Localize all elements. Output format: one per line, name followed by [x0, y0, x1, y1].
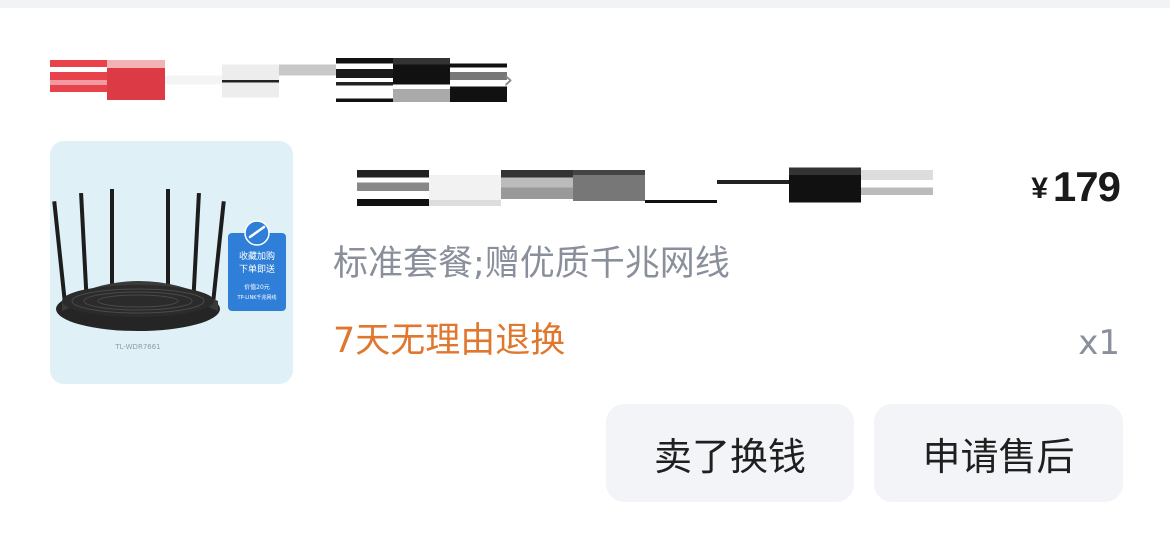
model-label: TL-WDR7661 — [114, 343, 160, 351]
svg-text:收藏加购: 收藏加购 — [239, 250, 275, 262]
router-image: TL-WDR7661 收藏加购 下单即送 价值20元 TP-LINK千兆网线 — [50, 141, 293, 384]
currency-symbol: ¥ — [1031, 172, 1048, 205]
price-value: 179 — [1052, 163, 1121, 210]
sell-for-cash-button[interactable]: 卖了换钱 — [606, 404, 854, 502]
svg-text:价值20元: 价值20元 — [244, 283, 270, 291]
svg-text:下单即送: 下单即送 — [239, 263, 275, 275]
shop-name-obscured — [165, 58, 507, 102]
product-price: ¥179 — [1031, 162, 1121, 214]
promo-badge: 收藏加购 下单即送 价值20元 TP-LINK千兆网线 — [228, 220, 286, 311]
product-image[interactable]: TL-WDR7661 收藏加购 下单即送 价值20元 TP-LINK千兆网线 — [50, 141, 293, 384]
shop-name-link[interactable]: › — [50, 58, 513, 102]
product-quantity: x1 — [1078, 323, 1120, 363]
chevron-right-icon: › — [503, 65, 514, 95]
request-after-sale-button[interactable]: 申请售后 — [874, 404, 1123, 502]
return-policy-tag: 7天无理由退换 — [333, 321, 566, 361]
product-title-obscured[interactable] — [357, 160, 933, 210]
svg-text:TP-LINK千兆网线: TP-LINK千兆网线 — [236, 294, 276, 301]
shop-logo — [50, 60, 165, 100]
top-divider — [0, 0, 1170, 8]
product-variant: 标准套餐;赠优质千兆网线 — [333, 244, 730, 284]
